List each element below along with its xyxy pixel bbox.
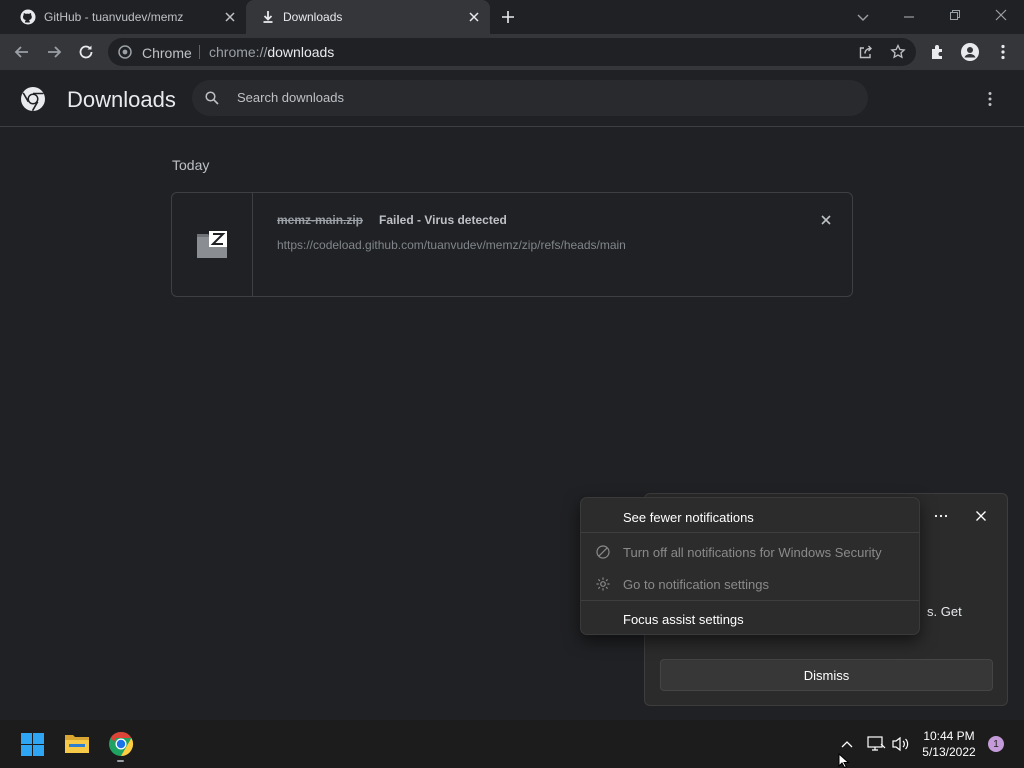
taskbar: [0, 720, 1024, 768]
reload-icon[interactable]: [76, 42, 96, 62]
extensions-icon[interactable]: [928, 42, 948, 62]
date-section-heading: Today: [172, 157, 210, 173]
gear-icon: [595, 576, 611, 592]
tab-downloads[interactable]: Downloads: [246, 0, 490, 34]
menu-divider: [581, 532, 919, 533]
share-icon[interactable]: [858, 44, 874, 60]
taskbar-clock-time[interactable]: 10:44 PM: [920, 729, 978, 743]
bookmark-star-icon[interactable]: [890, 44, 906, 60]
mouse-cursor-icon: [838, 753, 850, 768]
download-item: memz-main.zip Failed - Virus detected ht…: [171, 192, 853, 297]
volume-icon[interactable]: [891, 735, 911, 753]
taskbar-clock-date[interactable]: 5/13/2022: [920, 745, 978, 759]
chrome-logo-icon: [20, 86, 46, 112]
menu-item-turn-off-all: Turn off all notifications for Windows S…: [581, 535, 919, 567]
downloads-header: Downloads Search downloads: [0, 70, 1024, 127]
tab-github[interactable]: GitHub - tuanvudev/memz: [0, 0, 246, 34]
menu-item-see-fewer[interactable]: See fewer notifications: [581, 500, 919, 532]
remove-download-icon[interactable]: [818, 212, 834, 228]
show-hidden-icons-icon[interactable]: [839, 737, 855, 751]
tab-search-icon[interactable]: [855, 9, 871, 25]
forward-icon[interactable]: [44, 42, 64, 62]
divider: [199, 45, 200, 59]
notification-more-icon[interactable]: [933, 508, 949, 524]
tab-label: GitHub - tuanvudev/memz: [44, 10, 184, 24]
running-indicator: [117, 760, 124, 762]
site-chip: Chrome: [142, 45, 192, 61]
notification-close-icon[interactable]: [973, 508, 989, 524]
block-icon: [595, 544, 611, 560]
minimize-icon[interactable]: [901, 9, 917, 25]
notification-body-text: s. Get: [927, 604, 962, 619]
notification-count-badge[interactable]: 1: [988, 736, 1004, 752]
close-tab-icon[interactable]: [466, 9, 482, 25]
restore-icon[interactable]: [947, 7, 963, 23]
menu-item-focus-assist[interactable]: Focus assist settings: [581, 602, 919, 634]
more-actions-icon[interactable]: [980, 89, 1000, 109]
file-icon-column: [172, 193, 253, 296]
dismiss-button[interactable]: Dismiss: [660, 659, 993, 691]
chrome-taskbar-icon[interactable]: [108, 731, 134, 757]
download-source-url[interactable]: https://codeload.github.com/tuanvudev/me…: [277, 238, 626, 252]
tab-label: Downloads: [283, 10, 343, 24]
github-icon: [20, 9, 36, 25]
windows-start-icon[interactable]: [21, 733, 44, 756]
address-bar[interactable]: Chrome chrome://downloads: [108, 38, 916, 66]
url-text: chrome://downloads: [209, 44, 335, 60]
close-tab-icon[interactable]: [222, 9, 238, 25]
download-filename[interactable]: memz-main.zip: [277, 213, 363, 227]
browser-toolbar: Chrome chrome://downloads: [0, 34, 1024, 70]
page-title: Downloads: [67, 87, 176, 112]
zip-file-icon: [196, 229, 228, 259]
profile-icon[interactable]: [960, 42, 980, 62]
new-tab-icon[interactable]: [500, 9, 516, 25]
notification-context-menu: See fewer notifications Turn off all not…: [580, 497, 920, 635]
download-status: Failed - Virus detected: [379, 213, 507, 227]
back-icon[interactable]: [12, 42, 32, 62]
search-placeholder: Search downloads: [237, 90, 344, 105]
menu-item-notification-settings: Go to notification settings: [581, 567, 919, 599]
tab-strip: GitHub - tuanvudev/memz Downloads: [0, 0, 1024, 34]
menu-divider: [581, 600, 919, 601]
chrome-menu-icon[interactable]: [993, 42, 1013, 62]
chrome-site-icon: [118, 45, 132, 59]
close-window-icon[interactable]: [993, 7, 1009, 23]
search-downloads-input[interactable]: Search downloads: [192, 80, 868, 116]
network-icon[interactable]: [866, 735, 886, 753]
file-explorer-icon[interactable]: [64, 732, 90, 756]
search-icon: [205, 91, 219, 105]
download-icon: [260, 9, 276, 25]
